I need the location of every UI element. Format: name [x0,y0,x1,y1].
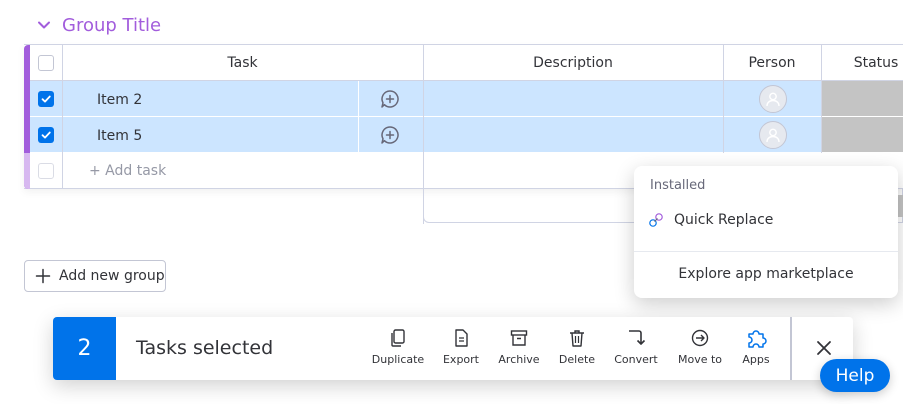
check-icon [41,131,51,139]
group-header: Group Title [36,12,161,38]
add-row-checkbox [38,163,54,179]
person-icon [766,128,780,143]
delete-button[interactable]: Delete [554,327,600,373]
duplicate-icon [387,327,409,349]
check-icon [41,95,51,103]
plus-icon [35,268,51,284]
task-name[interactable]: Item 2 [97,82,142,118]
task-name[interactable]: Item 5 [97,118,142,154]
convert-icon [625,327,647,349]
apps-button[interactable]: Apps [737,327,775,373]
apps-icon [745,327,767,349]
installed-section-label: Installed [650,178,706,193]
column-header-status[interactable]: Status [821,45,903,81]
column-header-task[interactable]: Task [62,45,423,81]
status-cell[interactable] [822,81,903,116]
move-to-icon [689,327,711,349]
selected-label: Tasks selected [136,337,274,359]
apps-popup: Installed Quick Replace Explore app mark… [634,166,898,298]
selected-count: 2 [53,317,116,380]
explore-marketplace-link[interactable]: Explore app marketplace [634,266,898,282]
group-color-bar [24,45,30,189]
bulk-action-bar: 2 Tasks selected Duplicate Export Archiv… [53,317,853,380]
apps-label: Apps [742,353,770,366]
duplicate-button[interactable]: Duplicate [370,327,426,373]
convert-label: Convert [614,353,658,366]
export-icon [450,327,472,349]
archive-button[interactable]: Archive [495,327,543,373]
action-bar-divider [790,317,792,380]
duplicate-label: Duplicate [371,353,425,366]
select-all-checkbox[interactable] [38,55,54,71]
export-label: Export [442,353,479,366]
convert-button[interactable]: Convert [610,327,662,373]
trash-icon [566,327,588,349]
export-button[interactable]: Export [438,327,484,373]
app-link-icon [649,213,663,227]
add-task-input[interactable]: + Add task [89,153,166,189]
add-new-group-label: Add new group [59,268,165,284]
status-cell[interactable] [822,117,903,152]
quick-replace-label: Quick Replace [674,212,774,228]
chevron-down-icon[interactable] [36,17,52,33]
move-to-button[interactable]: Move to [673,327,727,373]
quick-replace-menu-item[interactable]: Quick Replace [648,208,773,232]
row-checkbox[interactable] [38,127,54,143]
move-to-label: Move to [677,353,723,366]
delete-label: Delete [558,353,596,366]
close-icon [817,341,831,355]
column-header-description[interactable]: Description [423,45,723,81]
help-button[interactable]: Help [820,359,890,392]
add-new-group-button[interactable]: Add new group [24,260,166,292]
column-divider [358,81,359,153]
add-update-icon[interactable] [380,89,400,109]
popup-divider [634,251,898,252]
row-checkbox[interactable] [38,91,54,107]
person-icon [766,92,780,107]
add-update-icon[interactable] [380,125,400,145]
person-avatar[interactable] [759,85,787,113]
person-avatar[interactable] [759,121,787,149]
archive-icon [508,327,530,349]
column-header-person[interactable]: Person [723,45,821,81]
archive-label: Archive [498,353,540,366]
group-title[interactable]: Group Title [62,15,161,36]
